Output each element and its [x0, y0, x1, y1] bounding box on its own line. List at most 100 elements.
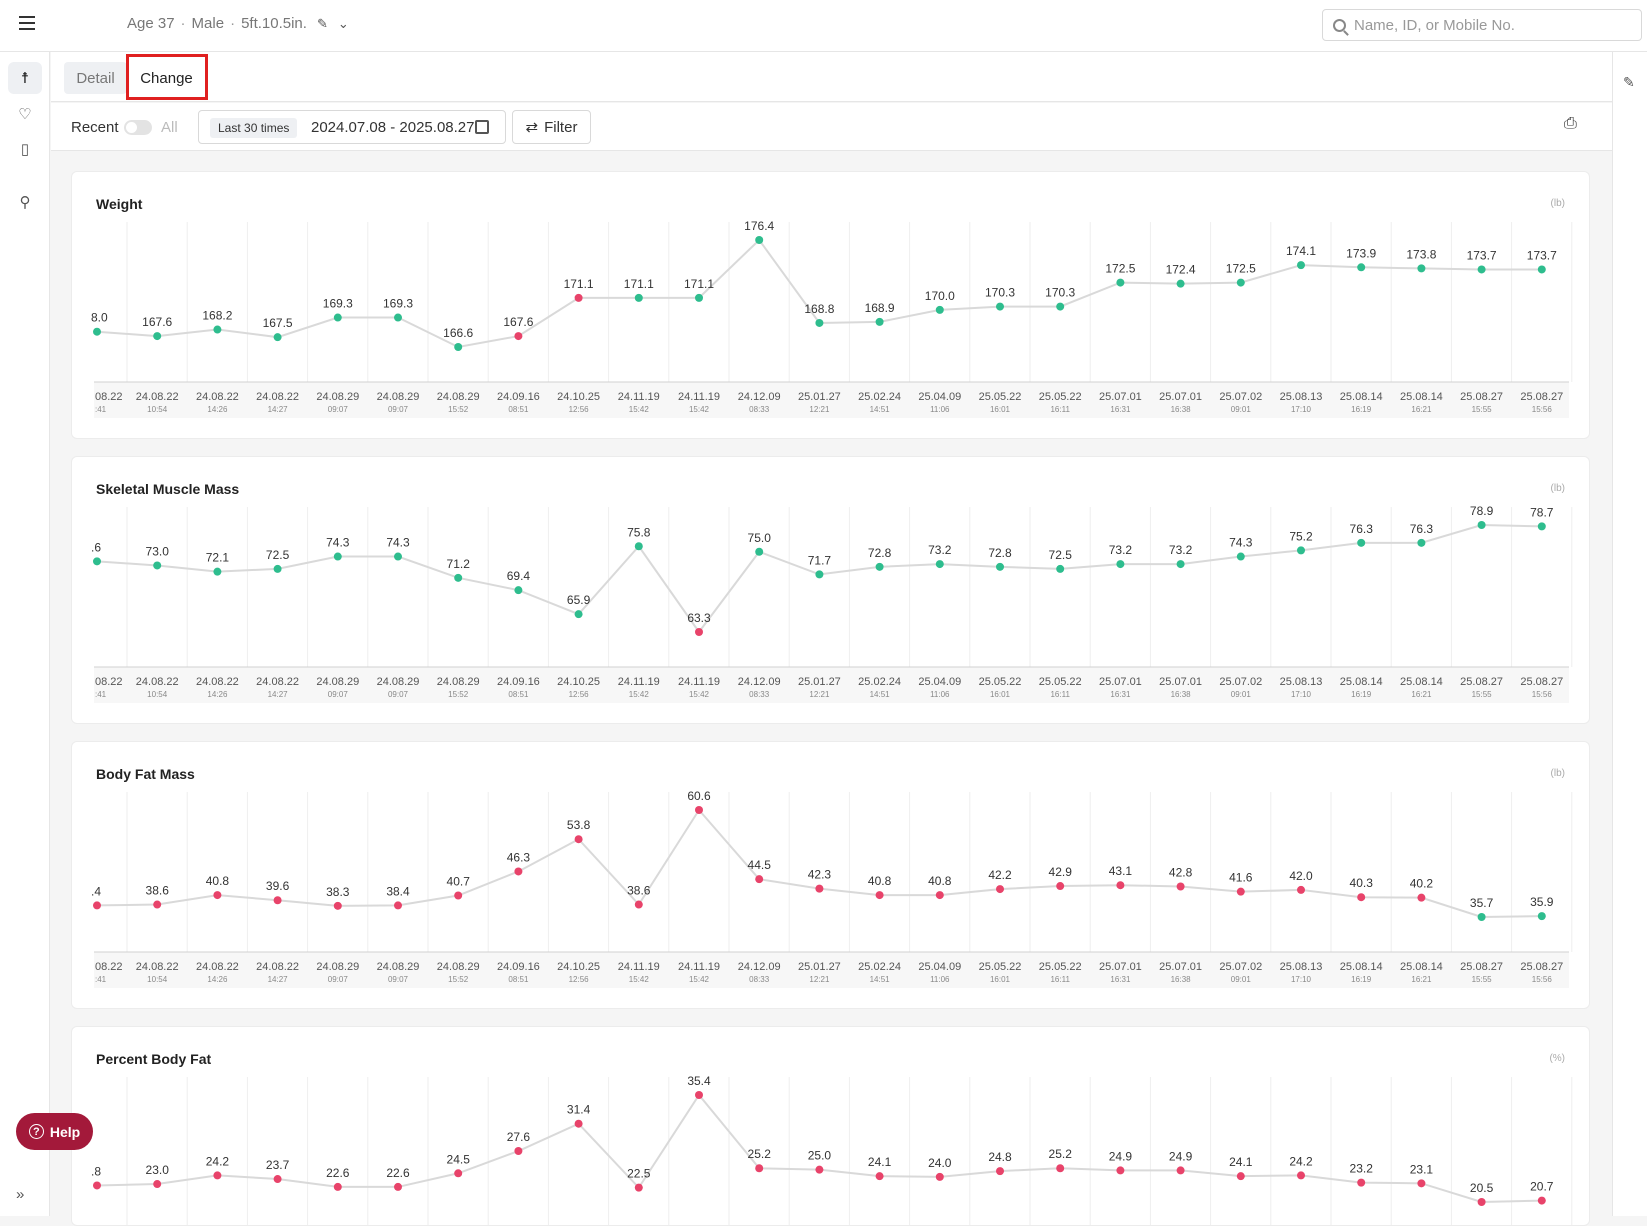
- body-composition-icon[interactable]: ☨: [8, 62, 42, 94]
- data-point[interactable]: [93, 901, 101, 910]
- data-point[interactable]: [394, 1182, 402, 1191]
- data-point[interactable]: [454, 1169, 463, 1178]
- data-point[interactable]: [1477, 1198, 1486, 1206]
- data-point[interactable]: [514, 1147, 523, 1156]
- data-point[interactable]: [875, 891, 884, 900]
- data-point[interactable]: [1477, 913, 1486, 921]
- data-point[interactable]: [695, 1091, 703, 1099]
- data-point[interactable]: [153, 1180, 162, 1189]
- data-point[interactable]: [1116, 278, 1125, 287]
- data-point[interactable]: [213, 1171, 222, 1180]
- data-point[interactable]: [1056, 1164, 1065, 1173]
- data-point[interactable]: [1116, 881, 1125, 890]
- data-point[interactable]: [1417, 264, 1426, 273]
- data-point[interactable]: [273, 564, 282, 573]
- data-point[interactable]: [875, 562, 884, 571]
- data-point[interactable]: [1537, 912, 1546, 921]
- search-input[interactable]: [1354, 16, 1634, 34]
- data-point[interactable]: [1477, 521, 1486, 529]
- data-point[interactable]: [1176, 279, 1185, 288]
- data-point[interactable]: [574, 293, 583, 302]
- data-point[interactable]: [514, 867, 523, 876]
- data-point[interactable]: [333, 901, 342, 910]
- filter-button[interactable]: ⇄ Filter: [512, 110, 591, 144]
- data-point[interactable]: [1477, 265, 1486, 274]
- data-point[interactable]: [394, 901, 402, 910]
- data-point[interactable]: [875, 1172, 884, 1181]
- data-point[interactable]: [755, 1164, 764, 1173]
- data-point[interactable]: [1116, 560, 1125, 569]
- data-point[interactable]: [1236, 1172, 1245, 1181]
- help-button[interactable]: ? Help: [16, 1113, 93, 1150]
- device-icon[interactable]: ▯: [8, 133, 42, 165]
- data-point[interactable]: [815, 318, 824, 327]
- tab-detail[interactable]: Detail: [64, 62, 127, 94]
- data-point[interactable]: [996, 562, 1004, 571]
- data-point[interactable]: [1176, 560, 1185, 569]
- data-point[interactable]: [574, 1119, 583, 1128]
- data-point[interactable]: [1357, 263, 1366, 272]
- data-point[interactable]: [153, 900, 162, 909]
- data-point[interactable]: [875, 317, 884, 326]
- data-point[interactable]: [1236, 552, 1245, 561]
- data-point[interactable]: [1236, 887, 1245, 896]
- data-point[interactable]: [1537, 265, 1546, 274]
- data-point[interactable]: [514, 332, 523, 341]
- data-point[interactable]: [1056, 302, 1065, 311]
- data-point[interactable]: [213, 891, 222, 900]
- data-point[interactable]: [1537, 1196, 1546, 1205]
- data-point[interactable]: [935, 305, 944, 314]
- data-point[interactable]: [1357, 538, 1366, 547]
- print-icon[interactable]: ⎙: [1564, 115, 1577, 133]
- menu-icon[interactable]: [19, 16, 35, 30]
- data-point[interactable]: [574, 610, 583, 619]
- exercise-icon[interactable]: ⚲: [8, 186, 42, 218]
- data-point[interactable]: [1056, 564, 1065, 573]
- data-point[interactable]: [333, 1182, 342, 1191]
- data-point[interactable]: [1417, 538, 1426, 547]
- data-point[interactable]: [935, 560, 944, 569]
- data-point[interactable]: [634, 542, 643, 551]
- search-box[interactable]: [1322, 9, 1642, 41]
- data-point[interactable]: [1537, 522, 1546, 531]
- data-point[interactable]: [815, 884, 824, 893]
- data-point[interactable]: [213, 567, 222, 576]
- data-point[interactable]: [1357, 893, 1366, 902]
- data-point[interactable]: [273, 1175, 282, 1184]
- data-point[interactable]: [755, 236, 764, 244]
- data-point[interactable]: [695, 628, 703, 636]
- expand-sidebar-icon[interactable]: »: [16, 1186, 24, 1203]
- data-point[interactable]: [935, 891, 944, 900]
- data-point[interactable]: [153, 332, 162, 341]
- data-point[interactable]: [996, 1167, 1004, 1176]
- tab-change[interactable]: Change: [131, 62, 202, 94]
- data-point[interactable]: [755, 547, 764, 556]
- chevron-down-icon[interactable]: ⌄: [338, 16, 349, 32]
- data-point[interactable]: [454, 573, 463, 582]
- period-chip[interactable]: Last 30 times: [210, 118, 298, 138]
- data-point[interactable]: [695, 806, 703, 814]
- data-point[interactable]: [1297, 1171, 1305, 1180]
- heart-icon[interactable]: ♡: [8, 98, 42, 130]
- data-point[interactable]: [634, 1183, 643, 1192]
- data-point[interactable]: [996, 302, 1004, 311]
- data-point[interactable]: [1417, 893, 1426, 902]
- data-point[interactable]: [93, 1181, 101, 1190]
- calendar-icon[interactable]: [475, 120, 489, 134]
- data-point[interactable]: [1176, 1166, 1185, 1175]
- edit-pencil-icon[interactable]: ✎: [317, 16, 328, 32]
- data-point[interactable]: [273, 896, 282, 905]
- data-point[interactable]: [1357, 1178, 1366, 1187]
- data-point[interactable]: [1297, 261, 1305, 270]
- data-point[interactable]: [574, 835, 583, 844]
- data-point[interactable]: [634, 293, 643, 302]
- data-point[interactable]: [454, 891, 463, 900]
- data-point[interactable]: [755, 875, 764, 884]
- data-point[interactable]: [1297, 885, 1305, 894]
- data-point[interactable]: [394, 552, 402, 561]
- notes-icon[interactable]: ✎: [1623, 74, 1635, 91]
- data-point[interactable]: [935, 1172, 944, 1181]
- data-point[interactable]: [695, 293, 703, 302]
- data-point[interactable]: [333, 552, 342, 561]
- date-range-picker[interactable]: Last 30 times 2024.07.08 - 2025.08.27: [198, 110, 506, 144]
